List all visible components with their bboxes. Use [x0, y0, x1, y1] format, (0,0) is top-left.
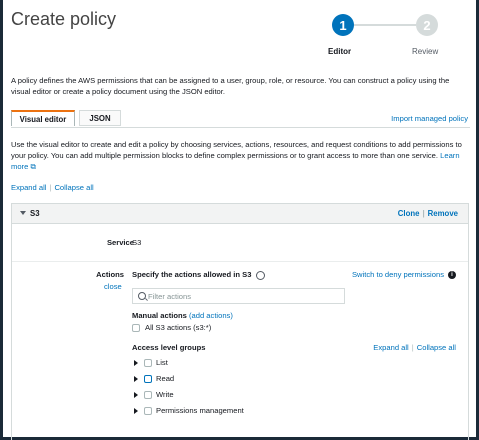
specify-actions-heading: Specify the actions allowed in S3 [132, 270, 265, 280]
write-checkbox[interactable] [144, 391, 152, 399]
actions-close-link[interactable]: close [104, 282, 122, 291]
specify-actions-text: Specify the actions allowed in S3 [132, 270, 252, 279]
access-level-list[interactable]: List [132, 358, 282, 370]
step-2-label: Review [412, 47, 439, 56]
access-collapse-all-link[interactable]: Collapse all [417, 343, 456, 352]
tab-visual-editor[interactable]: Visual editor [11, 110, 75, 126]
access-level-label: Write [156, 390, 174, 399]
tab-json[interactable]: JSON [79, 110, 121, 126]
info-icon[interactable] [255, 270, 265, 280]
access-level-permissions-management[interactable]: Permissions management [132, 406, 282, 418]
access-level-read[interactable]: Read [132, 374, 282, 386]
intro-text: Use the visual editor to create and edit… [11, 140, 462, 160]
policy-description: A policy defines the AWS permissions tha… [11, 76, 450, 96]
caret-right-icon[interactable] [134, 392, 138, 398]
separator: | [411, 343, 414, 352]
service-label: Service [106, 238, 134, 247]
separator: | [49, 183, 52, 192]
read-checkbox[interactable] [144, 375, 152, 383]
access-level-groups-heading: Access level groups [132, 343, 206, 352]
visual-editor-intro: Use the visual editor to create and edit… [11, 139, 467, 172]
remove-link[interactable]: Remove [428, 209, 458, 218]
add-actions-link[interactable]: (add actions) [189, 311, 233, 320]
panel-header-actions: Clone | Remove [398, 209, 458, 218]
tab-divider [11, 127, 470, 128]
caret-right-icon[interactable] [134, 408, 138, 414]
permission-block-panel: S3 Clone | Remove Service S3 Actions close… [11, 203, 469, 440]
all-actions-checkbox[interactable] [132, 324, 140, 332]
actions-label: Actions [96, 270, 124, 279]
expand-collapse-controls: Expand all | Collapse all [11, 183, 94, 192]
manual-actions-title: Manual actions [132, 311, 187, 320]
filter-actions-input[interactable] [148, 290, 338, 302]
info-badge-icon[interactable]: i [448, 271, 456, 279]
panel-service-title: S3 [30, 209, 40, 218]
clone-link[interactable]: Clone [398, 209, 420, 218]
step-2-indicator: 2 [416, 14, 438, 36]
expand-all-link[interactable]: Expand all [11, 183, 46, 192]
panel-header[interactable]: S3 Clone | Remove [12, 204, 468, 224]
access-level-expand-collapse: Expand all | Collapse all [373, 343, 456, 352]
search-icon [138, 292, 146, 300]
switch-to-deny-link[interactable]: Switch to deny permissions i [352, 270, 456, 279]
collapse-all-link[interactable]: Collapse all [54, 183, 93, 192]
filter-actions-field[interactable] [132, 288, 345, 304]
caret-right-icon[interactable] [134, 376, 138, 382]
manual-actions-heading: Manual actions (add actions) [132, 311, 233, 320]
list-checkbox[interactable] [144, 359, 152, 367]
step-connector [354, 24, 416, 26]
access-level-label: Read [156, 374, 175, 383]
page-title: Create policy [11, 9, 117, 29]
separator: | [422, 209, 425, 218]
access-level-label: List [156, 358, 168, 367]
all-actions-label: All S3 actions (s3:*) [145, 323, 212, 332]
permissions-management-checkbox[interactable] [144, 407, 152, 415]
service-row: Service S3 [12, 223, 468, 262]
import-managed-policy-link[interactable]: Import managed policy [391, 114, 468, 123]
service-value[interactable]: S3 [132, 238, 141, 247]
access-level-write[interactable]: Write [132, 390, 282, 402]
access-expand-all-link[interactable]: Expand all [373, 343, 408, 352]
external-link-icon: ⧉ [30, 162, 36, 171]
step-1-label: Editor [328, 47, 352, 56]
caret-down-icon[interactable] [20, 211, 26, 215]
access-level-label: Permissions management [156, 406, 244, 415]
caret-right-icon[interactable] [134, 360, 138, 366]
step-1-indicator: 1 [332, 14, 354, 36]
